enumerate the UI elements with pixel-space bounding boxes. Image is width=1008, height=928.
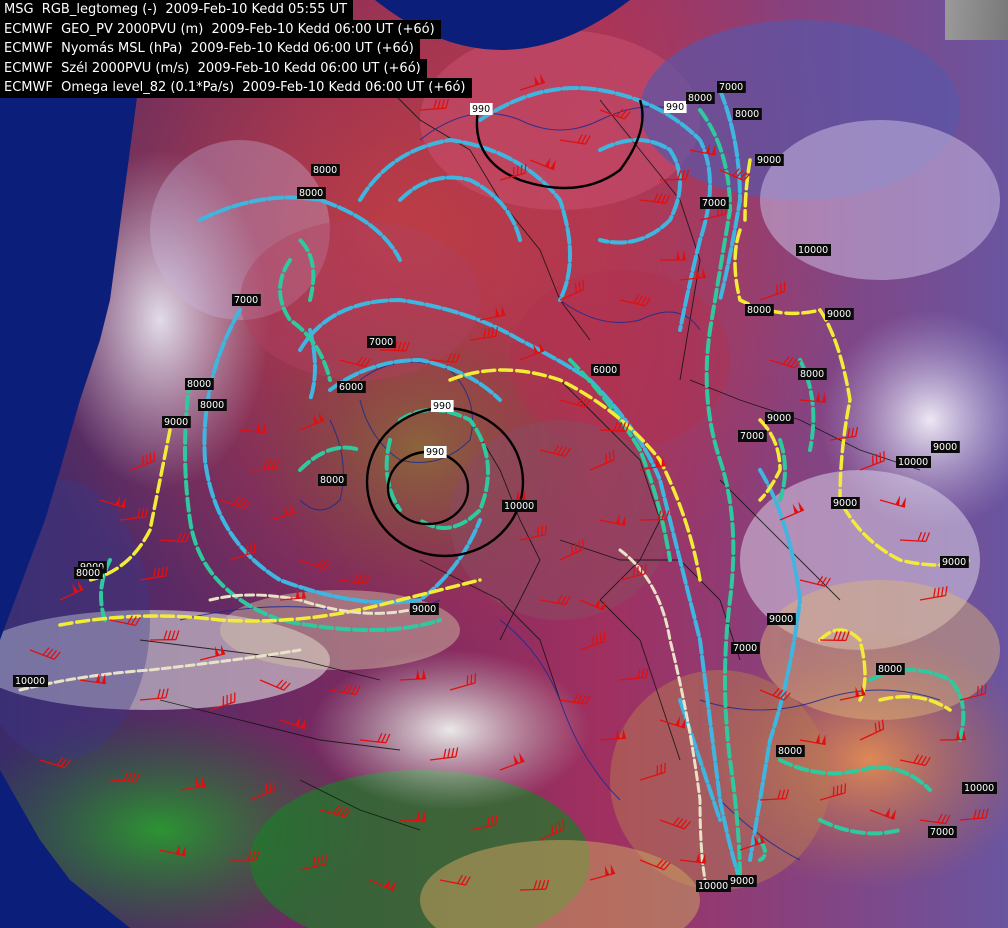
map-label: 10000 (796, 244, 831, 256)
legend-line-omega: ECMWF Omega level_82 (0.1*Pa/s) 2009-Feb… (0, 78, 472, 98)
legend-line-rgb: MSG RGB_legtomeg (-) 2009-Feb-10 Kedd 05… (0, 0, 354, 20)
map-label-text: 8000 (878, 664, 902, 675)
map-label: 990 (664, 101, 687, 113)
satellite-weather-map: 990 990990990 700080008000900010000800080… (0, 0, 1008, 928)
map-label-text: 10000 (504, 501, 534, 512)
map-label-text: 9000 (164, 417, 188, 428)
map-label: 9000 (410, 603, 439, 615)
map-label: 7000 (717, 81, 746, 93)
map-label: 8000 (198, 399, 227, 411)
map-label-text: 990 (426, 447, 444, 458)
map-label: 8000 (686, 92, 715, 104)
map-label-text: 10000 (964, 783, 994, 794)
map-label: 8000 (311, 164, 340, 176)
map-label-text: 9000 (933, 442, 957, 453)
map-label: 6000 (337, 381, 366, 393)
map-label-text: 7000 (719, 82, 743, 93)
map-label: 9000 (162, 416, 191, 428)
map-label: 6000 (591, 364, 620, 376)
map-label-text: 8000 (747, 305, 771, 316)
map-label: 9000 (728, 875, 757, 887)
map-label: 7000 (367, 336, 396, 348)
map-label-text: 8000 (313, 165, 337, 176)
map-label: 9000 (755, 154, 784, 166)
map-label: 8000 (318, 474, 347, 486)
map-label-text: 9000 (827, 309, 851, 320)
map-label-text: 9000 (767, 413, 791, 424)
legend-line-msl-pressure: ECMWF Nyomás MSL (hPa) 2009-Feb-10 Kedd … (0, 39, 420, 59)
map-label: 9000 (831, 497, 860, 509)
map-label: 8000 (297, 187, 326, 199)
map-label-text: 6000 (593, 365, 617, 376)
map-label-text: 7000 (369, 337, 393, 348)
legend-line-geo-pv: ECMWF GEO_PV 2000PVU (m) 2009-Feb-10 Ked… (0, 19, 441, 39)
map-label-text: 8000 (735, 109, 759, 120)
map-label-text: 990 (433, 401, 451, 412)
map-label-text: 990 (666, 102, 684, 113)
map-label: 8000 (876, 663, 905, 675)
satellite-imagery (0, 0, 1008, 928)
map-label: 990 (424, 446, 447, 458)
map-label: 9000 (825, 308, 854, 320)
map-label-text: 8000 (800, 369, 824, 380)
map-label-text: 7000 (234, 295, 258, 306)
map-label-text: 9000 (833, 498, 857, 509)
map-label: 10000 (896, 456, 931, 468)
map-label-text: 6000 (339, 382, 363, 393)
map-label-text: 8000 (778, 746, 802, 757)
map-label: 990 (470, 103, 493, 115)
map-label-text: 8000 (320, 475, 344, 486)
map-label: 9000 (765, 412, 794, 424)
map-label: 990 (431, 400, 454, 412)
map-label-text: 10000 (698, 881, 728, 892)
map-label-text: 8000 (688, 93, 712, 104)
map-label-text: 7000 (702, 198, 726, 209)
map-label: 10000 (502, 500, 537, 512)
map-label-text: 9000 (730, 876, 754, 887)
map-label: 9000 (931, 441, 960, 453)
map-label-text: 9000 (412, 604, 436, 615)
map-label: 9000 (940, 556, 969, 568)
map-legend: MSG RGB_legtomeg (-) 2009-Feb-10 Kedd 05… (0, 0, 472, 98)
map-label-text: 10000 (798, 245, 828, 256)
map-label: 8000 (74, 567, 103, 579)
map-label: 10000 (962, 782, 997, 794)
map-label-text: 7000 (740, 431, 764, 442)
map-label-text: 7000 (930, 827, 954, 838)
map-label-text: 8000 (187, 379, 211, 390)
map-label-text: 8000 (299, 188, 323, 199)
map-label: 8000 (798, 368, 827, 380)
map-label: 7000 (738, 430, 767, 442)
map-label: 10000 (13, 675, 48, 687)
map-label: 8000 (733, 108, 762, 120)
map-label-text: 10000 (898, 457, 928, 468)
map-label-text: 990 (472, 104, 490, 115)
map-label: 7000 (731, 642, 760, 654)
map-label: 7000 (928, 826, 957, 838)
map-label: 10000 (696, 880, 731, 892)
map-label-text: 8000 (76, 568, 100, 579)
map-label: 8000 (185, 378, 214, 390)
map-label-text: 9000 (757, 155, 781, 166)
map-label: 9000 (767, 613, 796, 625)
map-label-text: 7000 (733, 643, 757, 654)
map-label: 7000 (232, 294, 261, 306)
map-label: 8000 (745, 304, 774, 316)
map-label: 8000 (776, 745, 805, 757)
map-label-text: 9000 (769, 614, 793, 625)
map-label-text: 10000 (15, 676, 45, 687)
map-label: 7000 (700, 197, 729, 209)
map-label-text: 8000 (200, 400, 224, 411)
map-label-text: 9000 (942, 557, 966, 568)
legend-line-wind: ECMWF Szél 2000PVU (m/s) 2009-Feb-10 Ked… (0, 58, 427, 78)
